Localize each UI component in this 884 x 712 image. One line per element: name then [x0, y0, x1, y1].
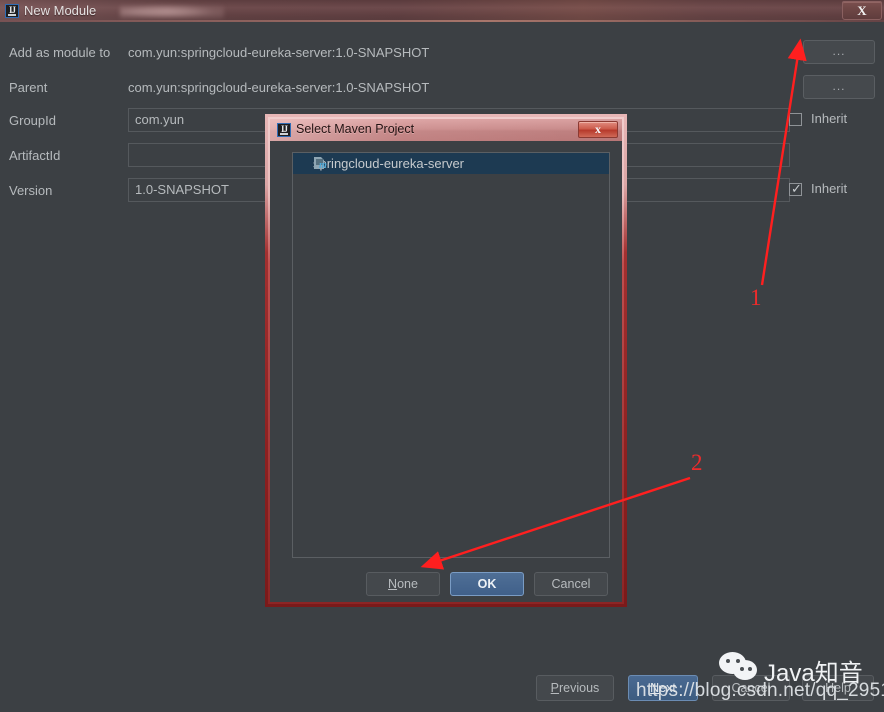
- version-inherit-label: Inherit: [811, 181, 848, 196]
- groupid-inherit-label: Inherit: [811, 111, 848, 126]
- maven-project-list[interactable]: m springcloud-eureka-server: [292, 152, 610, 558]
- intellij-idea-icon: IJ: [5, 4, 19, 18]
- select-maven-project-dialog: IJ Select Maven Project x m springcloud-…: [265, 114, 627, 607]
- label-version: Version: [9, 183, 53, 198]
- groupid-inherit-group[interactable]: Inherit: [789, 111, 875, 131]
- none-button[interactable]: None: [366, 572, 440, 596]
- obscured-title-region: [120, 2, 224, 20]
- watermark-url: https://blog.csdn.net/qq_29519041: [636, 680, 884, 701]
- list-item-label: springcloud-eureka-server: [313, 156, 465, 171]
- window-close-button[interactable]: X: [842, 1, 882, 20]
- dialog-title: Select Maven Project: [296, 122, 415, 136]
- none-mnemonic: N: [388, 577, 398, 591]
- ok-button[interactable]: OK: [450, 572, 524, 596]
- title-bar-sheen: [0, 0, 884, 22]
- label-parent: Parent: [9, 80, 48, 95]
- form-row-add-as-module-to: Add as module to com.yun:springcloud-eur…: [0, 40, 884, 70]
- value-add-as-module-to: com.yun:springcloud-eureka-server:1.0-SN…: [128, 45, 430, 60]
- label-add-as-module-to: Add as module to: [9, 45, 111, 60]
- none-label-rest: one: [397, 577, 418, 591]
- new-module-wizard-window: IJ New Module X Add as module to com.yun…: [0, 0, 884, 712]
- dialog-cancel-button[interactable]: Cancel: [534, 572, 608, 596]
- previous-label-rest: revious: [559, 681, 600, 695]
- label-artifactid: ArtifactId: [9, 148, 61, 163]
- list-item[interactable]: m springcloud-eureka-server: [293, 153, 609, 174]
- annotation-number-2: 2: [691, 450, 703, 475]
- version-inherit-checkbox[interactable]: [789, 181, 802, 196]
- intellij-idea-icon: IJ: [277, 123, 291, 137]
- version-inherit-group[interactable]: Inherit: [789, 181, 875, 201]
- value-parent: com.yun:springcloud-eureka-server:1.0-SN…: [128, 80, 430, 95]
- label-groupid: GroupId: [9, 113, 56, 128]
- window-title: New Module: [24, 3, 97, 18]
- dialog-title-bar: IJ Select Maven Project x: [270, 119, 622, 141]
- dialog-body: IJ Select Maven Project x m springcloud-…: [270, 119, 622, 602]
- groupid-inherit-checkbox[interactable]: [789, 113, 802, 126]
- form-row-parent: Parent com.yun:springcloud-eureka-server…: [0, 75, 884, 105]
- dialog-close-button[interactable]: x: [578, 121, 618, 138]
- previous-mnemonic: P: [550, 681, 560, 695]
- annotation-number-1: 1: [750, 285, 762, 310]
- browse-module-button[interactable]: ...: [803, 40, 875, 64]
- window-title-bar: IJ New Module X: [0, 0, 884, 22]
- maven-project-icon: m: [314, 157, 327, 171]
- browse-parent-button[interactable]: ...: [803, 75, 875, 99]
- previous-button[interactable]: Previous: [536, 675, 614, 701]
